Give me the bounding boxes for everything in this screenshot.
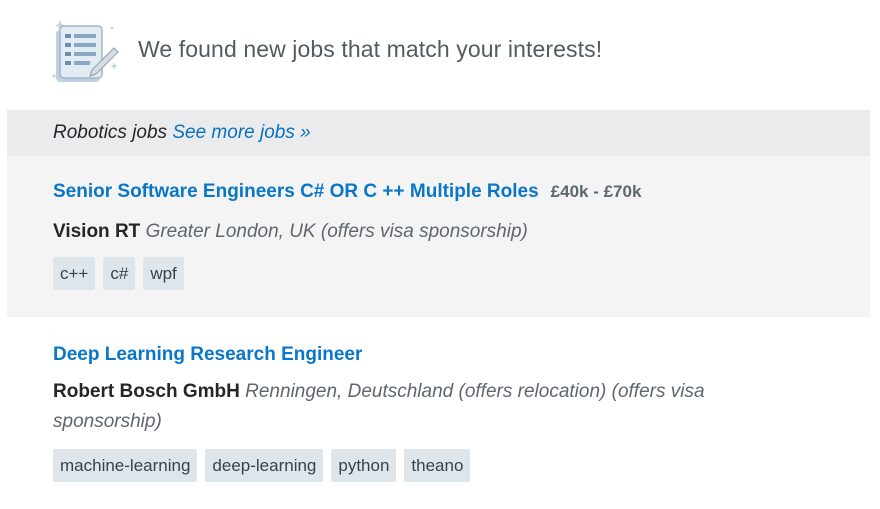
job-meta: Vision RT Greater London, UK (offers vis… bbox=[53, 217, 773, 247]
section-title: Robotics jobs bbox=[53, 122, 168, 143]
tag[interactable]: c++ bbox=[53, 257, 96, 290]
tag[interactable]: theano bbox=[404, 449, 471, 482]
job-title-link[interactable]: Senior Software Engineers C# OR C ++ Mul… bbox=[53, 181, 539, 202]
job-salary: £40k - £70k bbox=[550, 182, 642, 201]
tag[interactable]: python bbox=[331, 449, 397, 482]
section-bar: Robotics jobs See more jobs » bbox=[7, 110, 870, 156]
job-company: Robert Bosch GmbH bbox=[53, 381, 240, 402]
email-header: We found new jobs that match your intere… bbox=[0, 0, 880, 110]
job-title-row: Deep Learning Research Engineer bbox=[53, 344, 362, 366]
job-tags: machine-learning deep-learning python th… bbox=[53, 449, 471, 482]
tag[interactable]: wpf bbox=[143, 257, 184, 290]
job-title-row: Senior Software Engineers C# OR C ++ Mul… bbox=[53, 181, 641, 203]
see-more-jobs-link[interactable]: See more jobs » bbox=[172, 122, 310, 143]
job-title-link[interactable]: Deep Learning Research Engineer bbox=[53, 344, 362, 365]
job-meta: Robert Bosch GmbH Renningen, Deutschland… bbox=[53, 377, 773, 437]
tag[interactable]: deep-learning bbox=[205, 449, 324, 482]
job-listing-icon bbox=[52, 20, 119, 82]
tag[interactable]: c# bbox=[103, 257, 136, 290]
header-title: We found new jobs that match your intere… bbox=[138, 36, 603, 62]
job-location: Greater London, UK (offers visa sponsors… bbox=[145, 221, 528, 242]
job-tags: c++ c# wpf bbox=[53, 257, 184, 290]
job-company: Vision RT bbox=[53, 221, 141, 242]
section-label: Robotics jobs See more jobs » bbox=[53, 122, 311, 144]
tag[interactable]: machine-learning bbox=[53, 449, 198, 482]
job-listing: Senior Software Engineers C# OR C ++ Mul… bbox=[7, 156, 870, 317]
job-listing: Deep Learning Research Engineer Robert B… bbox=[7, 317, 870, 509]
